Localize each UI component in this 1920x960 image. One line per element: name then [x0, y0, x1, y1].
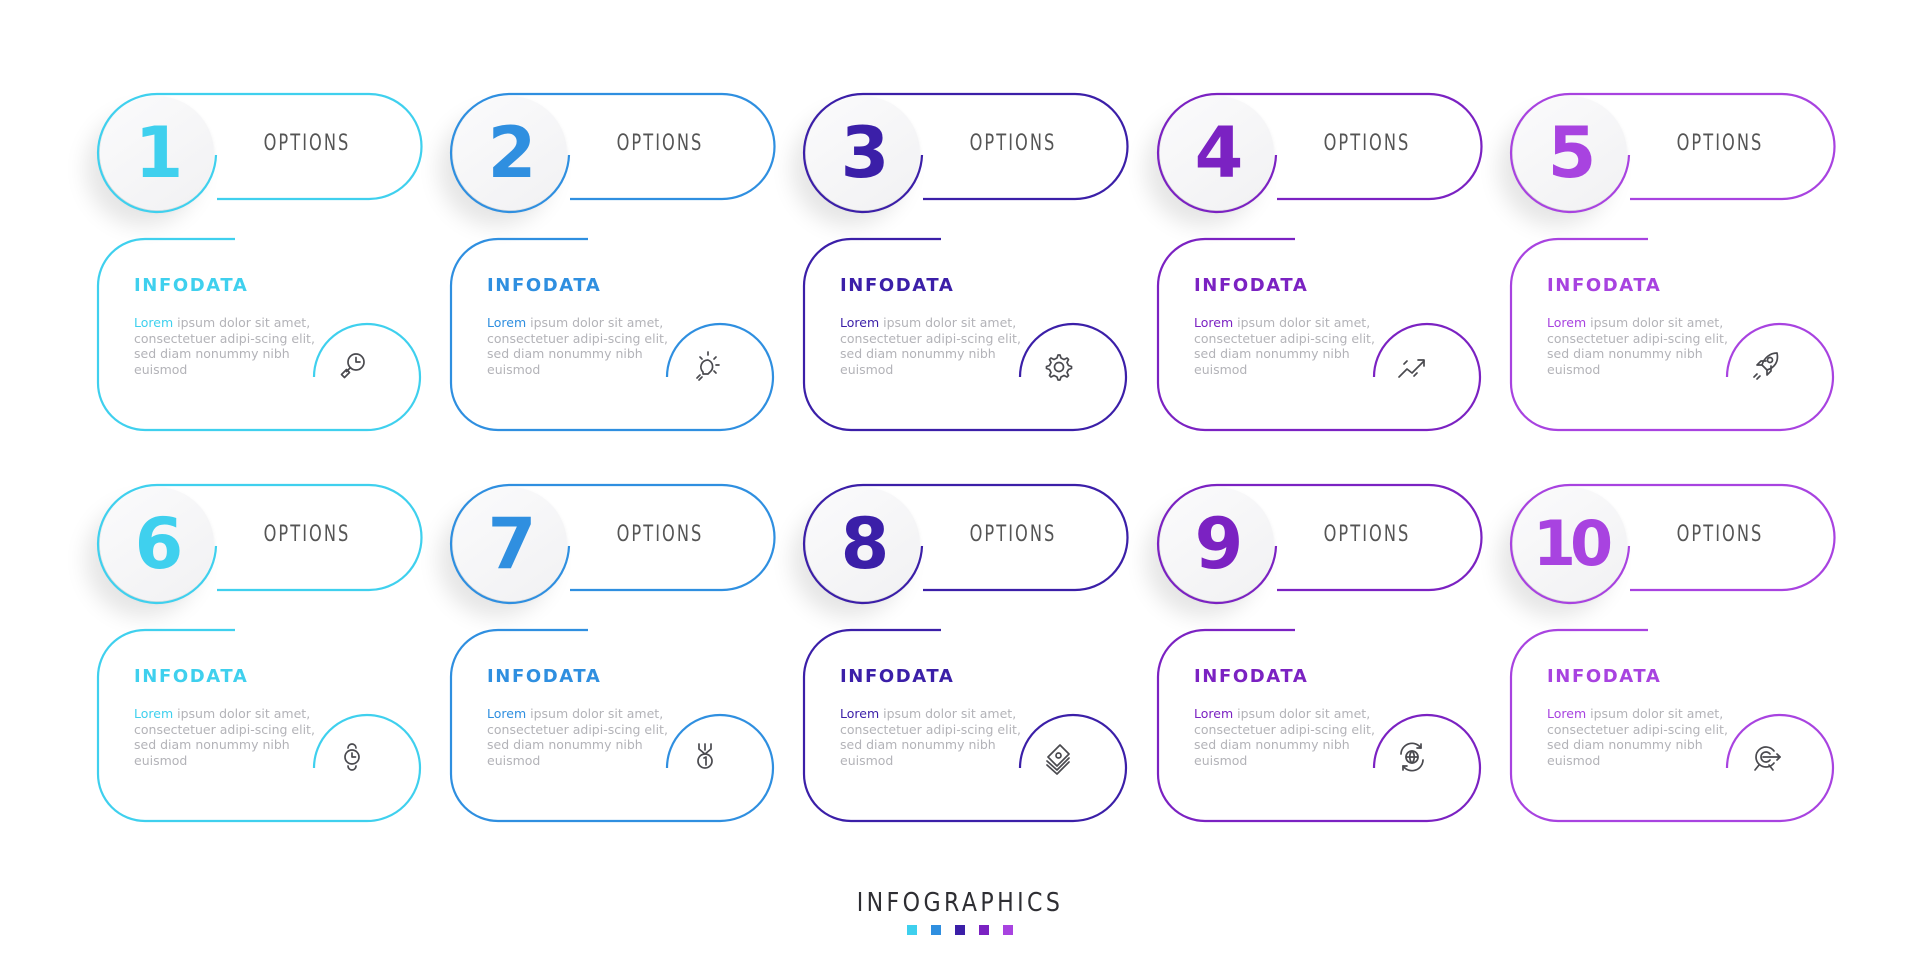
- step-card-6: 6 OPTIONS INFODATA Lorem ipsum dolor sit…: [96, 483, 427, 834]
- info-title: INFODATA: [1547, 275, 1662, 296]
- swatch-4: [979, 925, 989, 935]
- trend-up-icon: [1398, 359, 1425, 378]
- info-text: Lorem ipsum dolor sit amet, consectetuer…: [1547, 315, 1737, 377]
- info-text: Lorem ipsum dolor sit amet, consectetuer…: [840, 315, 1030, 377]
- info-title: INFODATA: [134, 275, 249, 296]
- search-clock-icon: [340, 353, 365, 379]
- step-label: OPTIONS: [969, 522, 1057, 547]
- step-number: 10: [1532, 507, 1613, 580]
- info-lead: Lorem: [487, 315, 527, 330]
- info-title: INFODATA: [134, 666, 249, 687]
- step-card-5: 5 OPTIONS INFODATA Lorem ipsum dolor sit…: [1509, 92, 1840, 443]
- step-label: OPTIONS: [616, 522, 704, 547]
- info-lead: Lorem: [134, 315, 174, 330]
- target-arrow-icon: [1754, 746, 1781, 771]
- info-title: INFODATA: [487, 275, 602, 296]
- info-title: INFODATA: [840, 275, 955, 296]
- info-lead: Lorem: [1194, 706, 1234, 721]
- step-label: OPTIONS: [263, 522, 351, 547]
- step-number: 1: [134, 112, 184, 194]
- swatch-1: [907, 925, 917, 935]
- info-text: Lorem ipsum dolor sit amet, consectetuer…: [134, 315, 324, 377]
- info-lead: Lorem: [1547, 315, 1587, 330]
- step-number: 2: [487, 112, 537, 194]
- rocket-icon: [1753, 352, 1779, 380]
- info-lead: Lorem: [134, 706, 174, 721]
- step-number: 9: [1194, 503, 1244, 585]
- infographic-canvas: 1 OPTIONS INFODATA Lorem ipsum dolor sit…: [0, 0, 1920, 960]
- step-number: 5: [1547, 112, 1597, 194]
- step-number: 8: [840, 503, 890, 585]
- info-text: Lorem ipsum dolor sit amet, consectetuer…: [487, 706, 677, 768]
- info-title: INFODATA: [1547, 666, 1662, 687]
- step-label: OPTIONS: [1676, 522, 1764, 547]
- step-card-9: 9 OPTIONS INFODATA Lorem ipsum dolor sit…: [1156, 483, 1487, 834]
- swatch-5: [1003, 925, 1013, 935]
- info-lead: Lorem: [1194, 315, 1234, 330]
- money-stack-icon: [1046, 744, 1070, 775]
- footer-title: INFOGRAPHICS: [856, 888, 1064, 918]
- step-number: 4: [1194, 112, 1244, 194]
- step-number: 3: [840, 112, 890, 194]
- step-card-8: 8 OPTIONS INFODATA Lorem ipsum dolor sit…: [802, 483, 1133, 834]
- info-title: INFODATA: [1194, 275, 1309, 296]
- info-text: Lorem ipsum dolor sit amet, consectetuer…: [840, 706, 1030, 768]
- step-label: OPTIONS: [1323, 131, 1411, 156]
- lightbulb-icon: [696, 351, 720, 381]
- medal-icon: [697, 743, 713, 769]
- wristwatch-icon: [344, 743, 360, 771]
- step-card-4: 4 OPTIONS INFODATA Lorem ipsum dolor sit…: [1156, 92, 1487, 443]
- step-card-2: 2 OPTIONS INFODATA Lorem ipsum dolor sit…: [449, 92, 780, 443]
- color-swatches: [0, 925, 1920, 935]
- info-text: Lorem ipsum dolor sit amet, consectetuer…: [1194, 706, 1384, 768]
- info-lead: Lorem: [487, 706, 527, 721]
- info-title: INFODATA: [1194, 666, 1309, 687]
- step-card-3: 3 OPTIONS INFODATA Lorem ipsum dolor sit…: [802, 92, 1133, 443]
- info-lead: Lorem: [840, 706, 880, 721]
- step-card-1: 1 OPTIONS INFODATA Lorem ipsum dolor sit…: [96, 92, 427, 443]
- info-text: Lorem ipsum dolor sit amet, consectetuer…: [134, 706, 324, 768]
- info-text: Lorem ipsum dolor sit amet, consectetuer…: [487, 315, 677, 377]
- step-label: OPTIONS: [969, 131, 1057, 156]
- info-title: INFODATA: [487, 666, 602, 687]
- swatch-3: [955, 925, 965, 935]
- info-lead: Lorem: [1547, 706, 1587, 721]
- step-number: 6: [134, 503, 184, 585]
- step-card-7: 7 OPTIONS INFODATA Lorem ipsum dolor sit…: [449, 483, 780, 834]
- step-label: OPTIONS: [263, 131, 351, 156]
- info-lead: Lorem: [840, 315, 880, 330]
- swatch-2: [931, 925, 941, 935]
- gear-icon: [1045, 354, 1073, 381]
- info-text: Lorem ipsum dolor sit amet, consectetuer…: [1547, 706, 1737, 768]
- globe-refresh-icon: [1400, 742, 1424, 772]
- info-title: INFODATA: [840, 666, 955, 687]
- step-card-10: 10 OPTIONS INFODATA Lorem ipsum dolor si…: [1509, 483, 1840, 834]
- step-label: OPTIONS: [1676, 131, 1764, 156]
- info-text: Lorem ipsum dolor sit amet, consectetuer…: [1194, 315, 1384, 377]
- step-number: 7: [487, 503, 537, 585]
- step-label: OPTIONS: [1323, 522, 1411, 547]
- step-label: OPTIONS: [616, 131, 704, 156]
